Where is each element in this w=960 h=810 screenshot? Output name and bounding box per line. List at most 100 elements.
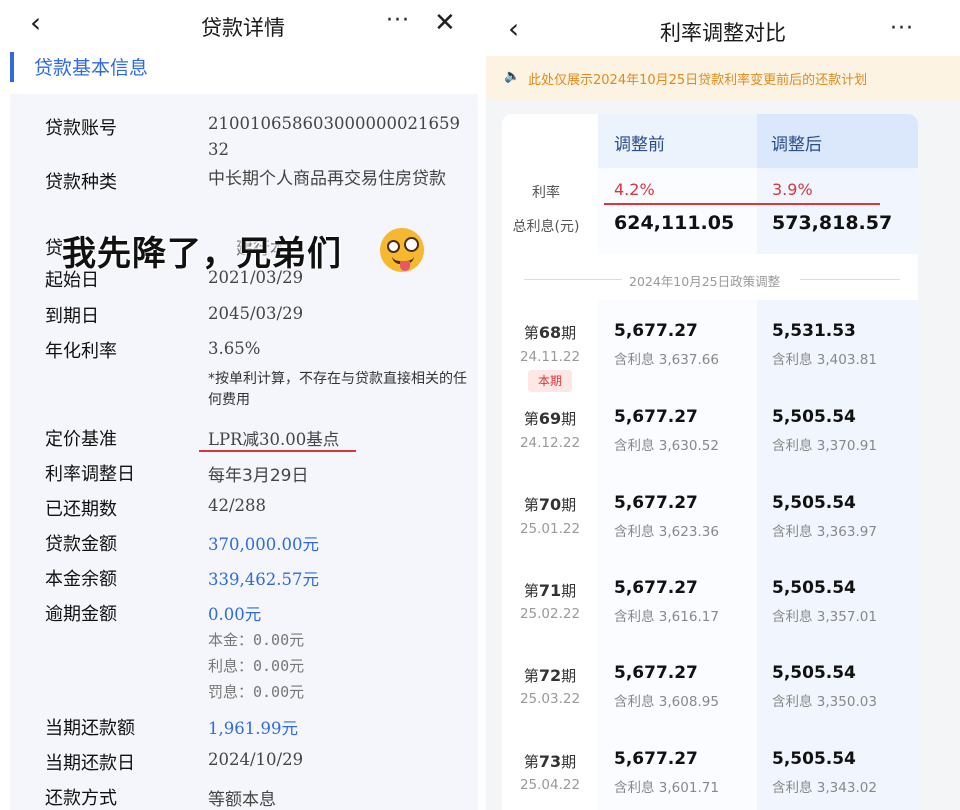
period-date: 25.02.22 <box>519 606 581 622</box>
rate-before: 4.2% <box>614 180 655 199</box>
zany-face-emoji-icon <box>380 228 424 272</box>
label-end-date: 到期日 <box>45 306 99 327</box>
value-paid-periods: 42/288 <box>208 496 267 515</box>
value-principal-balance: 339,462.57元 <box>208 570 319 589</box>
after-interest: 含利息 3,370.91 <box>772 438 877 454</box>
after-amount: 5,505.54 <box>772 749 856 769</box>
header-after-label: 调整后 <box>771 135 822 155</box>
after-interest: 含利息 3,403.81 <box>772 352 877 368</box>
period-label-72: 第72期 <box>523 666 577 685</box>
period-date: 25.03.22 <box>519 691 581 707</box>
after-amount: 5,505.54 <box>772 578 856 598</box>
rate-row-label: 利率 <box>532 185 560 201</box>
total-interest-before: 624,111.05 <box>614 212 735 234</box>
before-interest: 含利息 3,637.66 <box>614 352 719 368</box>
comparison-table: 调整前 调整后 利率 4.2% 3.9% 总利息(元) 624,111.05 5… <box>502 114 918 810</box>
section-title: 贷款基本信息 <box>34 57 149 79</box>
period-label-69: 第69期 <box>523 409 577 428</box>
rate-note: *按单利计算，不存在与贷款直接相关的任何费用 <box>208 371 467 408</box>
period-label-71: 第71期 <box>523 581 577 600</box>
close-icon[interactable]: ✕ <box>434 8 456 38</box>
overdue-principal: 本金：0.00元 <box>208 631 305 649</box>
value-annual-rate: 3.65% <box>208 339 261 358</box>
overlay-caption: 我先降了，兄弟们 <box>62 234 342 274</box>
loan-detail-panel: ‹ 贷款详情 ··· ✕ 贷款基本信息 贷款账号 210010658603000… <box>0 0 486 810</box>
column-header-before: 调整前 <box>598 114 757 168</box>
label-paid-periods: 已还期数 <box>45 499 117 520</box>
before-amount: 5,677.27 <box>614 749 698 769</box>
value-end-date: 2045/03/29 <box>208 304 304 323</box>
more-icon[interactable]: ··· <box>386 8 410 33</box>
column-header-after: 调整后 <box>757 114 918 168</box>
after-interest: 含利息 3,357.01 <box>772 609 877 625</box>
before-amount: 5,677.27 <box>614 578 698 598</box>
label-pricing-basis: 定价基准 <box>45 429 117 450</box>
label-principal-balance: 本金余额 <box>45 569 117 590</box>
before-amount: 5,677.27 <box>614 663 698 683</box>
loan-info-card <box>10 94 478 810</box>
before-interest: 含利息 3,630.52 <box>614 438 719 454</box>
total-interest-after: 573,818.57 <box>772 212 893 234</box>
notice-bar: 🔈 此处仅展示2024年10月25日贷款利率变更前后的还款计划 <box>486 56 960 100</box>
header-before-label: 调整前 <box>614 135 665 155</box>
speaker-icon: 🔈 <box>504 69 521 84</box>
label-current-payment: 当期还款额 <box>45 718 135 739</box>
period-label-70: 第70期 <box>523 495 577 514</box>
value-loan-type: 中长期个人商品再交易住房贷款 <box>208 169 446 189</box>
after-amount: 5,531.53 <box>772 321 856 341</box>
value-pricing-basis: LPR减30.00基点 <box>208 430 340 449</box>
more-icon[interactable]: ··· <box>890 16 914 41</box>
value-rate-adjust-date: 每年3月29日 <box>208 466 309 486</box>
after-interest: 含利息 3,363.97 <box>772 524 877 540</box>
policy-label: 2024年10月25日政策调整 <box>629 274 781 289</box>
value-loan-amount: 370,000.00元 <box>208 535 319 554</box>
page-title: 贷款详情 <box>201 16 285 40</box>
label-overdue-amount: 逾期金额 <box>45 604 117 625</box>
after-amount: 5,505.54 <box>772 663 856 683</box>
label-rate-adjust-date: 利率调整日 <box>45 464 135 485</box>
after-amount: 5,505.54 <box>772 493 856 513</box>
value-loan-account: 210010658603000000021659 32 <box>208 114 460 159</box>
label-annual-rate: 年化利率 <box>45 341 117 362</box>
pricing-basis-underline <box>199 450 356 452</box>
overdue-interest: 利息：0.00元 <box>208 657 305 675</box>
page-title: 利率调整对比 <box>660 21 786 45</box>
rate-underline <box>604 203 880 205</box>
label-repayment-method: 还款方式 <box>45 788 117 809</box>
label-lender: 贷 <box>45 238 63 259</box>
left-nav-bar: ‹ 贷款详情 ··· ✕ <box>0 0 486 48</box>
after-interest: 含利息 3,343.02 <box>772 780 877 796</box>
policy-line-right <box>800 279 900 280</box>
before-interest: 含利息 3,623.36 <box>614 524 719 540</box>
period-date: 24.11.22 <box>519 349 581 365</box>
label-current-due-date: 当期还款日 <box>45 753 135 774</box>
right-nav-bar: ‹ 利率调整对比 ··· <box>486 0 960 56</box>
period-label-68: 第68期 <box>523 323 577 342</box>
value-current-due-date: 2024/10/29 <box>208 750 304 769</box>
notice-text: 此处仅展示2024年10月25日贷款利率变更前后的还款计划 <box>528 73 868 88</box>
period-date: 25.04.22 <box>519 777 581 793</box>
label-loan-amount: 贷款金额 <box>45 534 117 555</box>
after-interest: 含利息 3,350.03 <box>772 694 877 710</box>
value-current-payment: 1,961.99元 <box>208 719 298 738</box>
section-accent-bar <box>10 52 14 82</box>
current-period-tag: 本期 <box>528 370 572 392</box>
rate-comparison-panel: ‹ 利率调整对比 ··· 🔈 此处仅展示2024年10月25日贷款利率变更前后的… <box>486 0 960 810</box>
label-loan-account: 贷款账号 <box>45 118 117 139</box>
before-interest: 含利息 3,616.17 <box>614 609 719 625</box>
label-loan-type: 贷款种类 <box>45 172 117 193</box>
before-interest: 含利息 3,608.95 <box>614 694 719 710</box>
value-overdue-amount: 0.00元 <box>208 605 262 624</box>
policy-line-left <box>524 279 622 280</box>
total-interest-label: 总利息(元) <box>512 219 580 235</box>
overdue-penalty: 罚息：0.00元 <box>208 683 305 701</box>
after-amount: 5,505.54 <box>772 407 856 427</box>
period-label-73: 第73期 <box>523 752 577 771</box>
before-amount: 5,677.27 <box>614 407 698 427</box>
before-amount: 5,677.27 <box>614 493 698 513</box>
period-date: 25.01.22 <box>519 521 581 537</box>
before-interest: 含利息 3,601.71 <box>614 780 719 796</box>
period-date: 24.12.22 <box>519 435 581 451</box>
value-repayment-method: 等额本息 <box>208 790 276 810</box>
before-amount: 5,677.27 <box>614 321 698 341</box>
